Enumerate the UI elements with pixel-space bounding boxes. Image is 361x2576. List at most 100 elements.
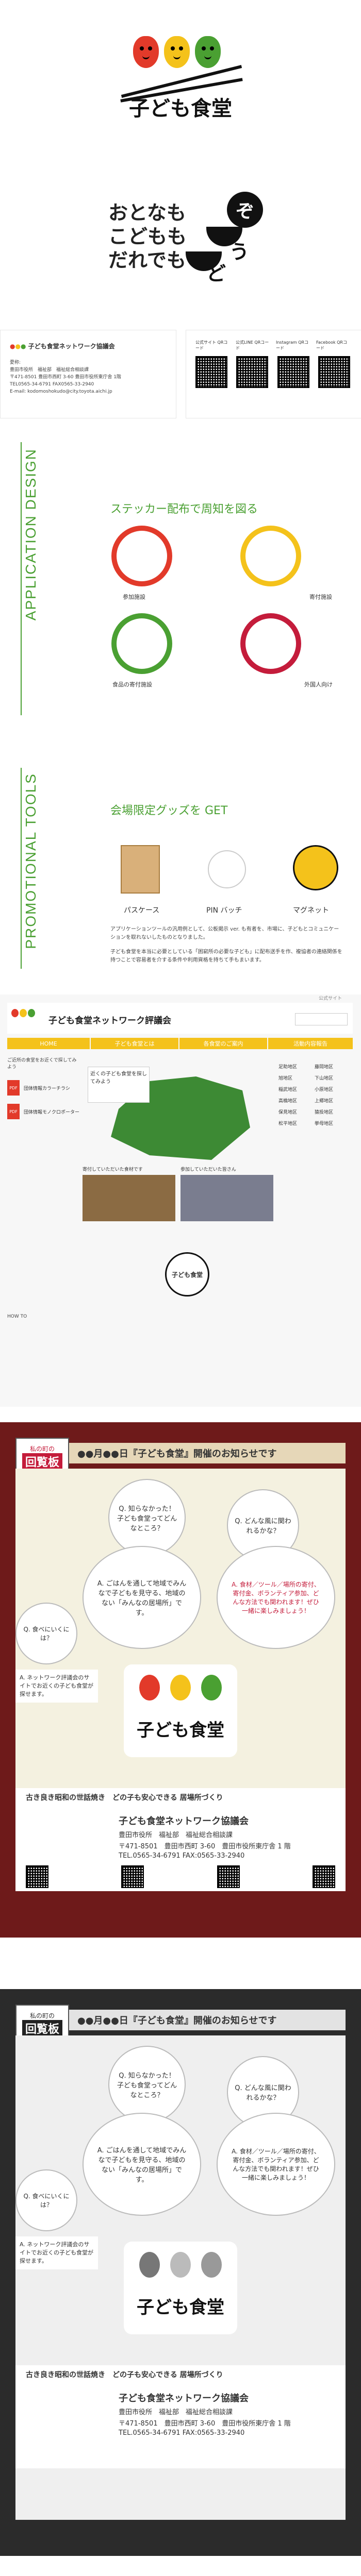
poster-footer: 古き良き昭和の世話焼き どの子も安心できる 居場所づくり 子ども食堂ネットワーク… xyxy=(15,1788,346,1891)
goods-label: パスケース xyxy=(124,906,160,915)
poster-logo-title: 子ども食堂 xyxy=(137,2297,224,2318)
qr-label: 公式LINE QRコード xyxy=(236,340,269,350)
red-face-icon xyxy=(133,36,159,68)
sticker-label: 食品の寄付施設 xyxy=(112,681,152,688)
promotional-heading: 会場限定グッズを GET xyxy=(110,804,228,817)
card-qr-labels: 公式サイト QRコード 公式LINE QRコード Instagram QRコード… xyxy=(195,340,350,351)
qr-code-icon[interactable] xyxy=(236,356,269,388)
nav-item-about[interactable]: 子ども食堂とは xyxy=(91,1038,178,1049)
sidebar-item-label: 団体情報カラーチラシ xyxy=(24,1086,70,1091)
poster-tel: TEL.0565-34-6791 FAX:0565-33-2940 xyxy=(119,2429,245,2437)
poster-qr-row xyxy=(26,1865,335,1888)
map-search-box[interactable]: 近くの子ども食堂を探してみよう xyxy=(88,1067,150,1103)
city-item[interactable]: 稲武地区 xyxy=(278,1084,315,1096)
sticker-label: 参加施設 xyxy=(123,594,145,600)
city-item[interactable]: 下山地区 xyxy=(315,1073,351,1084)
city-item[interactable]: 上郷地区 xyxy=(315,1096,351,1107)
card-line: 愛称: xyxy=(10,360,21,365)
slogan-accent xyxy=(114,195,182,267)
question-bubble: Q. 食べにいくには？ xyxy=(15,2169,77,2231)
card-front: ●●● 子ども食堂ネットワーク協議会 愛称: 豊田市役所 福祉部 福祉総合相談課… xyxy=(0,330,176,418)
diagram-center: 子ども食堂 xyxy=(165,1252,209,1297)
website-sidebar: ご近所の食堂をお近くで探してみよう PDF 団体情報カラーチラシ PDF 団体情… xyxy=(7,1056,79,1159)
answer-note: A. ネットワーク評議会のサイトでお近くの子ども食堂が探せます。 xyxy=(15,2236,98,2269)
card-line: TEL0565-34-6791 FAX0565-33-2940 xyxy=(10,382,94,387)
city-item[interactable]: 松平地区 xyxy=(278,1118,315,1130)
sidebar-pdf-item[interactable]: PDF 団体情報カラーチラシ xyxy=(7,1080,79,1096)
qr-code-icon[interactable] xyxy=(318,356,350,388)
promotional-desc: 子ども食堂を本当に必要としている「困窮所の必要な子ども」に配布送手を作、複協者の… xyxy=(110,949,342,963)
nav-label: HOME xyxy=(40,1040,57,1047)
city-item[interactable]: 保見地区 xyxy=(278,1107,315,1118)
qr-label: Instagram QRコード xyxy=(276,340,309,350)
city-item[interactable]: 旭地区 xyxy=(278,1073,315,1084)
logo-icon xyxy=(11,1009,37,1028)
qr-code-icon[interactable] xyxy=(277,356,309,388)
card-line: 豊田市役所 福祉部 福祉総合相談課 xyxy=(10,367,89,373)
green-face-icon xyxy=(195,36,221,68)
poster-body: Q. 知らなかった！子ども食堂ってどんなところ？ Q. どんな風に関われるかな？… xyxy=(15,1469,346,1891)
answer-bubble: A. 食材／ツール／場所の寄付、寄付金、ボランティア参加、どんな方法でも関われま… xyxy=(217,2113,335,2216)
poster-tel: TEL.0565-34-6791 FAX:0565-33-2940 xyxy=(119,1852,245,1860)
slogan-side-2: う xyxy=(229,241,250,263)
answer-bubble: A. ごはんを通して地域でみんなで子どもを見守る、地域のない「みんなの居場所」で… xyxy=(83,2113,201,2216)
city-item[interactable]: 小原地区 xyxy=(315,1084,351,1096)
city-item[interactable]: 猿投地区 xyxy=(315,1107,351,1118)
sticker-icon xyxy=(111,613,172,674)
photo-caption: 参加していただいた皆さん xyxy=(180,1167,236,1172)
website-mockup: 公式サイト 子ども食堂ネットワーク評議会 HOME 子ども食堂とは 各食堂のご案… xyxy=(0,995,361,1407)
poster-color: ●●月●●日『子ども食堂』開催のお知らせです 私の町の 回覧板 Q. 知らなかっ… xyxy=(0,1422,361,1938)
tag-bottom: 回覧板 xyxy=(22,2019,62,2036)
card-back: 公式サイト QRコード 公式LINE QRコード Instagram QRコード… xyxy=(186,330,361,418)
sticker-label: 寄付施設 xyxy=(309,594,332,600)
card-title-text: 子ども食堂ネットワーク協議会 xyxy=(28,343,115,350)
qr-code-icon[interactable] xyxy=(217,1865,240,1888)
application-heading: ステッカー配布で周知を図る xyxy=(110,503,258,516)
sidebar-item[interactable]: ご近所の食堂をお近くで探してみよう xyxy=(7,1056,79,1070)
city-item[interactable]: 高橋地区 xyxy=(278,1096,315,1107)
qr-code-icon[interactable] xyxy=(195,356,227,388)
poster-body: Q. 知らなかった！子ども食堂ってどんなところ？ Q. どんな風に関われるかな？… xyxy=(15,2035,346,2520)
search-input[interactable] xyxy=(295,1013,348,1025)
card-title: ●●● 子ども食堂ネットワーク協議会 xyxy=(10,343,115,350)
sidebar-pdf-item[interactable]: PDF 団体情報モノクロポーター xyxy=(7,1104,79,1119)
promotional-desc: アプリケーションツールの汎用例として、公板掲示 ver. も有者を、市場に、子ど… xyxy=(110,927,339,940)
question-bubble: Q. 知らなかった！子ども食堂ってどんなところ？ xyxy=(108,2046,186,2123)
qr-code-icon[interactable] xyxy=(312,1865,335,1888)
poster-slogan: 古き良き昭和の世話焼き どの子も安心できる 居場所づくり xyxy=(26,2371,223,2379)
nav-item-shops[interactable]: 各食堂のご案内 xyxy=(179,1038,267,1049)
city-item[interactable]: 足助地区 xyxy=(278,1062,315,1073)
nav-label: 活動内容報告 xyxy=(293,1040,327,1047)
poster-address: 〒471-8501 豊田市西町 3-60 豊田市役所東庁舎 1 階 xyxy=(119,2420,291,2428)
pin-badge-icon xyxy=(208,850,246,888)
card-line: 〒471-8501 豊田市西町 3-60 豊田市役所東庁舎 1階 xyxy=(10,375,121,380)
poster-logo: 子ども食堂 xyxy=(124,2242,237,2334)
pass-case-icon xyxy=(121,845,160,894)
qr-code-icon[interactable] xyxy=(26,1865,48,1888)
photo-people xyxy=(180,1175,273,1221)
website-map[interactable]: 近くの子ども食堂を探してみよう xyxy=(83,1062,278,1170)
city-item[interactable]: 藤岡地区 xyxy=(315,1062,351,1073)
question-bubble: Q. 知らなかった！子ども食堂ってどんなところ？ xyxy=(108,1479,186,1556)
city-item[interactable]: 挙母地区 xyxy=(315,1118,351,1130)
nav-label: 子ども食堂とは xyxy=(114,1040,155,1047)
website-header: 子ども食堂ネットワーク評議会 xyxy=(7,1003,353,1034)
qr-label: 公式サイト QRコード xyxy=(195,340,228,350)
card-info: 愛称: 豊田市役所 福祉部 福祉総合相談課 〒471-8501 豊田市西町 3-… xyxy=(10,359,121,395)
poster-mono: ●●月●●日『子ども食堂』開催のお知らせです 私の町の 回覧板 Q. 知らなかっ… xyxy=(0,1989,361,2556)
pdf-icon: PDF xyxy=(7,1080,20,1096)
website-small-note: 公式サイト xyxy=(319,996,342,1001)
magnet-icon xyxy=(293,845,338,890)
bowl-icon: ぞ xyxy=(227,192,263,228)
sticker-icon xyxy=(240,526,301,586)
nav-item-reports[interactable]: 活動内容報告 xyxy=(268,1038,353,1049)
poster-footer: 古き良き昭和の世話焼き どの子も安心できる 居場所づくり 子ども食堂ネットワーク… xyxy=(15,2365,346,2468)
qr-code-icon[interactable] xyxy=(121,1865,144,1888)
divider-line xyxy=(21,768,22,969)
footer-link[interactable]: HOW TO xyxy=(7,1314,27,1319)
sidebar-item-label: 団体情報モノクロポーター xyxy=(24,1109,80,1115)
sticker-icon xyxy=(111,526,172,586)
nav-item-home[interactable]: HOME xyxy=(7,1038,90,1049)
sticker-label: 外国人向け xyxy=(304,681,333,688)
answer-bubble: A. ごはんを通して地域でみんなで子どもを見守る、地域のない「みんなの居場所」で… xyxy=(83,1546,201,1649)
